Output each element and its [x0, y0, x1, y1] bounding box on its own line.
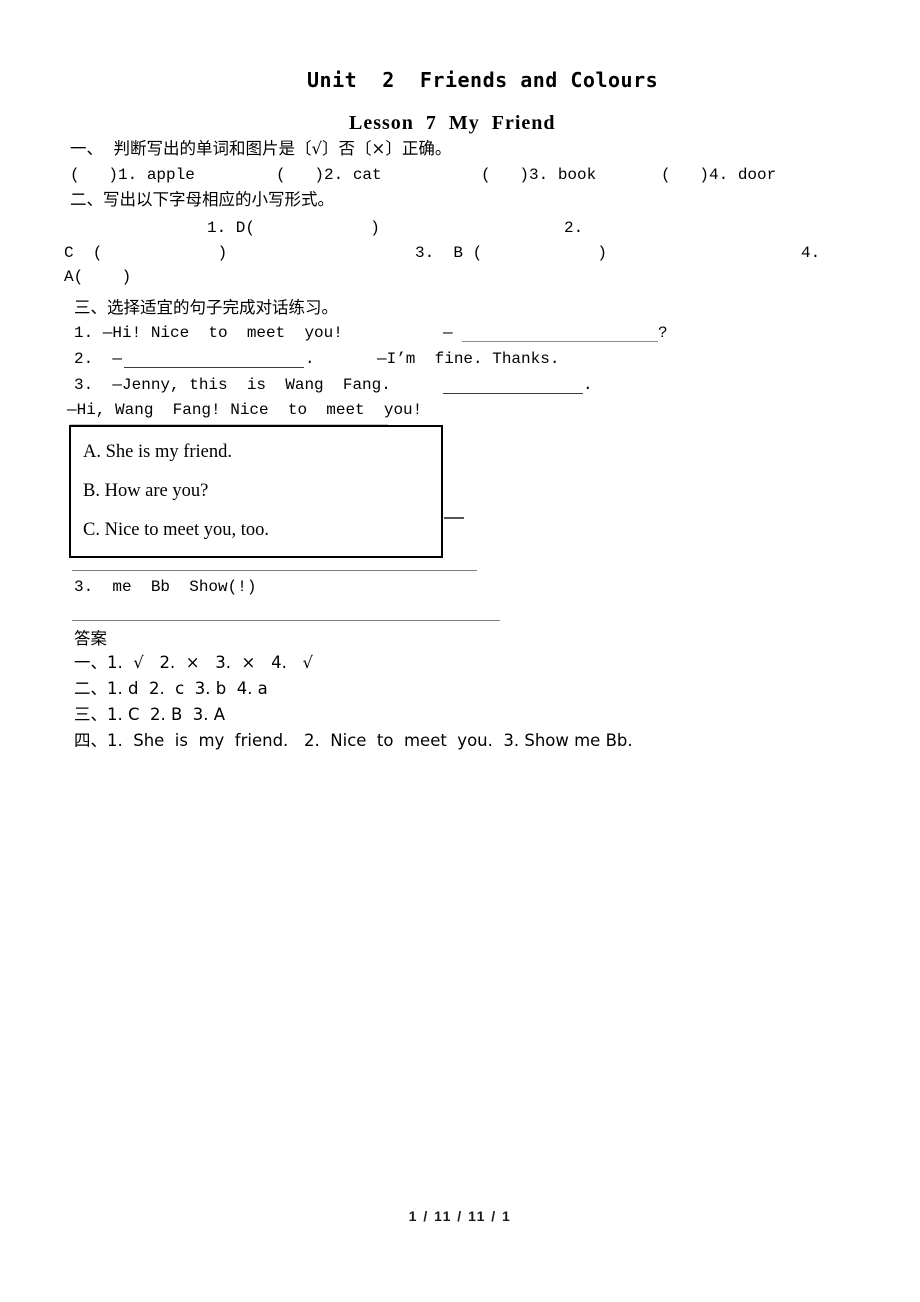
answers-heading: 答案 — [74, 629, 107, 648]
section-one-heading: 一、 判断写出的单词和图片是〔√〕否〔×〕正确。 — [70, 139, 452, 158]
section-one-item-2: ( )2. cat — [276, 166, 382, 184]
section-three-line-2-prompt: 2. — — [74, 350, 123, 368]
section-three-line-4-reply: —Hi, Wang Fang! Nice to meet you! — [67, 401, 423, 419]
section-four-rule-bottom[interactable] — [72, 620, 500, 621]
answer-choice-a[interactable]: A. She is my friend. — [83, 443, 232, 462]
section-one-item-1: ( )1. apple — [70, 166, 195, 184]
section-three-line-1-dash: — — [443, 324, 453, 342]
answers-line-2: 二、1. d 2. c 3. b 4. a — [74, 679, 268, 698]
section-two-heading: 二、写出以下字母相应的小写形式。 — [70, 190, 334, 209]
section-two-item-4-letter: A( ) — [64, 268, 132, 286]
answers-line-4: 四、1. She is my friend. 2. Nice to meet y… — [74, 731, 633, 750]
section-four-rule-top[interactable] — [72, 570, 477, 571]
section-one-item-3: ( )3. book — [481, 166, 597, 184]
section-three-line-3-period: . — [583, 376, 593, 394]
answers-line-1: 一、1. √ 2. × 3. × 4. √ — [74, 653, 314, 672]
page-number-footer: 1 / 11 / 11 / 1 — [408, 1208, 512, 1224]
section-three-line-3-blank[interactable] — [443, 393, 583, 394]
answer-choice-c[interactable]: C. Nice to meet you, too. — [83, 521, 269, 540]
section-two-item-4-number: 4. — [801, 244, 821, 262]
answers-line-3: 三、1. C 2. B 3. A — [74, 705, 226, 724]
answer-choices-box: A. She is my friend. B. How are you? C. … — [69, 425, 443, 558]
section-three-line-1-question-mark: ? — [658, 324, 668, 342]
section-four-item-3: 3. me Bb Show(!) — [74, 578, 257, 596]
section-two-item-3: 3. B ( ) — [415, 244, 608, 262]
section-three-line-1-blank[interactable] — [462, 341, 658, 342]
page-title-lesson: Lesson 7 My Friend — [349, 112, 556, 134]
section-three-line-2-period: . — [305, 350, 315, 368]
section-two-item-2-letter: C ( ) — [64, 244, 228, 262]
section-three-heading: 三、选择适宜的句子完成对话练习。 — [74, 298, 338, 317]
section-one-item-4: ( )4. door — [661, 166, 777, 184]
stray-dash-mark — [444, 517, 464, 519]
section-three-line-2-answer: —I’m fine. Thanks. — [377, 350, 560, 368]
answer-choice-b[interactable]: B. How are you? — [83, 482, 208, 501]
page-title-unit: Unit 2 Friends and Colours — [307, 68, 659, 92]
worksheet-page: Unit 2 Friends and Colours Lesson 7 My F… — [0, 0, 920, 1302]
section-three-line-1-prompt: 1. —Hi! Nice to meet you! — [74, 324, 343, 342]
section-three-line-3-prompt: 3. —Jenny, this is Wang Fang. — [74, 376, 391, 394]
section-three-line-2-blank[interactable] — [124, 367, 304, 368]
section-two-item-1: 1. D( ) — [207, 219, 380, 237]
section-two-item-2-number: 2. — [564, 219, 584, 237]
